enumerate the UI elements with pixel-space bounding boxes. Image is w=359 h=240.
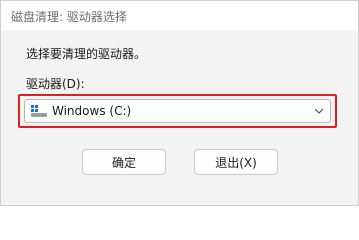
- drive-select[interactable]: Windows (C:): [24, 99, 331, 123]
- instruction-text: 选择要清理的驱动器。: [26, 47, 147, 61]
- exit-button[interactable]: 退出(X): [194, 149, 278, 175]
- drive-label: 驱动器(D):: [26, 77, 85, 91]
- chevron-down-icon[interactable]: [314, 107, 324, 115]
- ok-button[interactable]: 确定: [82, 149, 166, 175]
- drive-select-value: Windows (C:): [52, 104, 132, 118]
- dialog-window: 磁盘清理: 驱动器选择 选择要清理的驱动器。 驱动器(D): Windows (…: [0, 0, 359, 206]
- title-bar: 磁盘清理: 驱动器选择: [1, 1, 358, 30]
- drive-icon: [31, 105, 47, 117]
- dialog-content: 选择要清理的驱动器。 驱动器(D): Windows (C:) 确定 退出(X): [1, 30, 358, 205]
- window-title: 磁盘清理: 驱动器选择: [11, 10, 127, 24]
